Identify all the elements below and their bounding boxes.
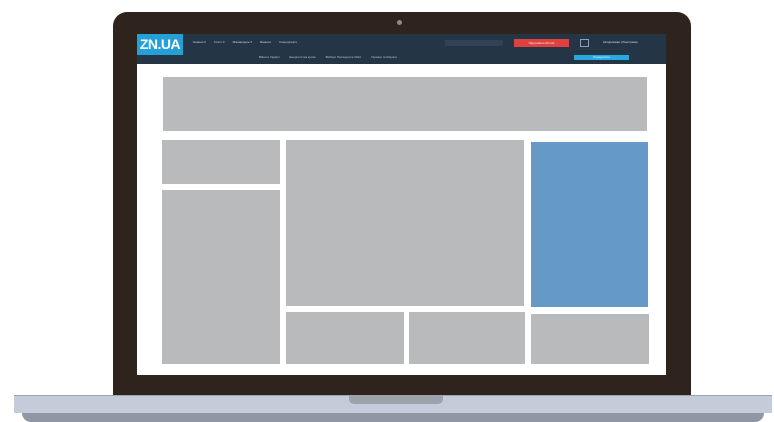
secondary-navigation: Війна в Україні Енергетична криза Вибори… (259, 55, 397, 60)
language-switch-icon[interactable] (580, 39, 589, 47)
nav-item-finance[interactable]: Фінанси (260, 40, 271, 45)
laptop-hinge-notch (349, 395, 443, 404)
bottom-card-2-placeholder (409, 312, 525, 364)
main-navigation: Новини ▾ Статті ▾ Міжнародне ▾ Фінанси С… (193, 40, 297, 45)
nav-sub-item-us-elections[interactable]: Вибори Президента США (326, 55, 362, 60)
bottom-card-3-placeholder (531, 314, 649, 364)
support-button[interactable]: Підтримати ZN.UA (514, 39, 569, 47)
left-top-placeholder (162, 140, 280, 184)
account-link[interactable]: Авторизація | Реєстрація (603, 40, 638, 45)
nav-item-articles[interactable]: Статті ▾ (214, 40, 225, 45)
camera-icon (397, 20, 402, 25)
laptop-illustration: ZN.UA Новини ▾ Статті ▾ Міжнародне ▾ Фін… (0, 0, 774, 422)
bottom-card-1-placeholder (286, 312, 404, 364)
ad-placeholder (531, 142, 648, 307)
nav-item-international[interactable]: Міжнародне ▾ (233, 40, 252, 45)
left-column-placeholder (162, 190, 280, 364)
main-article-placeholder (286, 140, 524, 306)
laptop-base-underside (22, 413, 764, 422)
site-header: ZN.UA Новини ▾ Статті ▾ Міжнародне ▾ Фін… (137, 34, 666, 64)
subscribe-button[interactable]: Передплата (574, 55, 629, 60)
nav-sub-item-energy[interactable]: Енергетична криза (290, 55, 316, 60)
nav-item-special-projects[interactable]: Спецпроекти (279, 40, 297, 45)
site-logo[interactable]: ZN.UA (137, 34, 183, 55)
nav-sub-item-war[interactable]: Війна в Україні (259, 55, 280, 60)
nav-sub-item-europe[interactable]: Україна та Європа (371, 55, 397, 60)
laptop-screen: ZN.UA Новини ▾ Статті ▾ Міжнародне ▾ Фін… (137, 34, 666, 375)
nav-item-news[interactable]: Новини ▾ (193, 40, 206, 45)
banner-placeholder (163, 77, 647, 131)
search-input[interactable] (445, 40, 503, 46)
